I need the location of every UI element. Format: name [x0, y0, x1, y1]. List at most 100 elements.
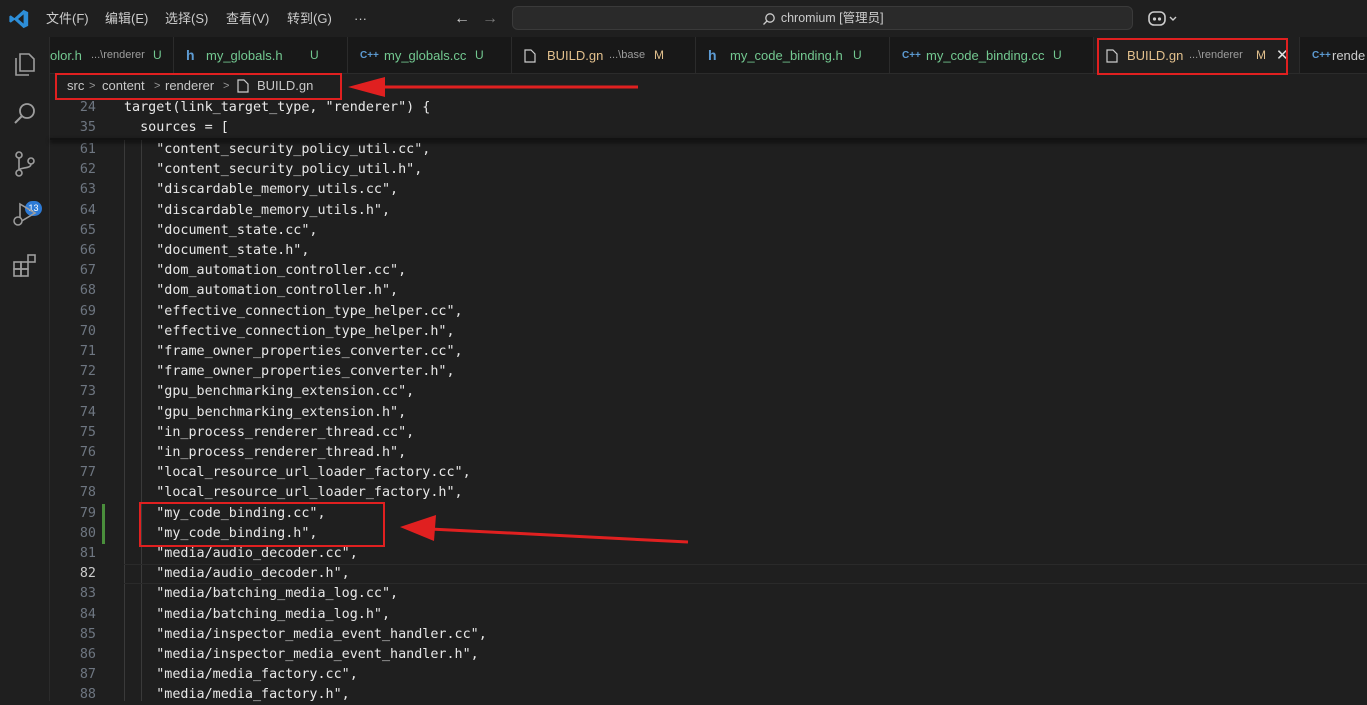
search-icon: [763, 12, 776, 25]
menu-more[interactable]: ···: [354, 0, 367, 37]
code-line[interactable]: "media/audio_decoder.cc",: [124, 544, 358, 564]
code-line[interactable]: "in_process_renderer_thread.cc",: [124, 423, 414, 443]
tab-status: M: [654, 48, 664, 62]
line-number: 35: [79, 120, 96, 135]
explorer-icon[interactable]: [11, 50, 39, 78]
line-number: 66: [79, 243, 96, 258]
tab-renderer[interactable]: C++ rende: [1300, 37, 1367, 73]
run-debug-icon[interactable]: [11, 200, 39, 228]
code-line[interactable]: "media/media_factory.cc",: [124, 665, 358, 685]
code-line[interactable]: "discardable_memory_utils.h",: [124, 201, 390, 221]
code-line[interactable]: "in_process_renderer_thread.h",: [124, 443, 406, 463]
code-line[interactable]: "my_code_binding.cc",: [124, 504, 325, 524]
tab-description: ...\renderer: [1189, 49, 1243, 61]
line-number: 75: [79, 424, 96, 440]
line-number: 72: [79, 364, 96, 380]
code-line[interactable]: "discardable_memory_utils.cc",: [124, 180, 398, 200]
tab-status: U: [853, 48, 862, 62]
tab-my-globals-h[interactable]: h my_globals.h U: [174, 37, 348, 73]
tab-label: my_globals.h: [206, 48, 283, 63]
line-number: 65: [79, 222, 96, 238]
line-number: 76: [79, 445, 96, 460]
menu-go[interactable]: 转到(G): [287, 0, 332, 37]
search-text: chromium [管理员]: [780, 11, 884, 25]
code-line[interactable]: "gpu_benchmarking_extension.cc",: [124, 382, 414, 402]
sticky-code-line[interactable]: sources = [: [124, 118, 229, 138]
menu-selection[interactable]: 选择(S): [165, 0, 208, 37]
tab-build-gn-base[interactable]: BUILD.gn ...\base M: [512, 37, 696, 73]
code-line[interactable]: "media/inspector_media_event_handler.h",: [124, 645, 479, 665]
breadcrumb-item[interactable]: content: [102, 74, 145, 98]
tab-label: BUILD.gn: [1127, 48, 1184, 63]
line-number: 87: [79, 667, 96, 683]
code-line[interactable]: "content_security_policy_util.cc",: [124, 140, 430, 160]
tab-status: U: [153, 48, 162, 62]
sticky-code-line[interactable]: target(link_target_type, "renderer") {: [124, 98, 430, 118]
line-number: 88: [79, 687, 96, 703]
forward-arrow-icon[interactable]: →: [482, 0, 498, 37]
code-line[interactable]: "frame_owner_properties_converter.cc",: [124, 342, 462, 362]
source-control-icon[interactable]: [11, 150, 39, 178]
command-center-search[interactable]: chromium [管理员]: [512, 6, 1133, 30]
line-number: 73: [79, 384, 96, 400]
code-line[interactable]: "media/media_factory.h",: [124, 685, 350, 705]
added-line-gutter-marker: [102, 503, 105, 524]
tab-my-code-binding-h[interactable]: h my_code_binding.h U: [696, 37, 890, 73]
added-line-gutter-marker: [102, 523, 105, 544]
tab-status: M: [1256, 48, 1266, 62]
code-line[interactable]: "dom_automation_controller.h",: [124, 281, 398, 301]
breadcrumb-item[interactable]: renderer: [165, 74, 214, 98]
code-line[interactable]: "media/inspector_media_event_handler.cc"…: [124, 625, 487, 645]
cpp-file-icon: C++: [902, 50, 921, 61]
tab-description: ...\renderer: [91, 49, 145, 61]
chevron-right-icon: >: [89, 80, 96, 92]
tab-label: rende: [1332, 48, 1366, 63]
code-line[interactable]: "media/audio_decoder.h",: [124, 564, 350, 584]
line-number: 63: [79, 182, 96, 198]
code-line[interactable]: "frame_owner_properties_converter.h",: [124, 362, 454, 382]
code-line[interactable]: "effective_connection_type_helper.cc",: [124, 302, 462, 322]
code-line[interactable]: "document_state.cc",: [124, 221, 317, 241]
line-number: 81: [79, 546, 96, 561]
copilot-icon[interactable]: [1147, 9, 1179, 29]
breadcrumb-item[interactable]: BUILD.gn: [257, 74, 313, 98]
code-line[interactable]: "media/batching_media_log.cc",: [124, 584, 398, 604]
editor-tabs: olor.h ...\renderer U h my_globals.h U C…: [50, 37, 1367, 74]
tab-my-globals-cc[interactable]: C++ my_globals.cc U: [348, 37, 512, 73]
code-line[interactable]: "dom_automation_controller.cc",: [124, 261, 406, 281]
vscode-logo-icon: [9, 9, 29, 29]
code-line[interactable]: "effective_connection_type_helper.h",: [124, 322, 454, 342]
code-line[interactable]: "media/batching_media_log.h",: [124, 605, 390, 625]
tab-build-gn-renderer[interactable]: BUILD.gn ...\renderer M ✕: [1094, 37, 1300, 73]
line-number: 67: [79, 263, 96, 279]
code-line[interactable]: "document_state.h",: [124, 241, 309, 261]
breadcrumb-item[interactable]: src: [67, 74, 84, 98]
tab-color-h[interactable]: olor.h ...\renderer U: [50, 37, 174, 73]
code-line[interactable]: "content_security_policy_util.h",: [124, 160, 422, 180]
title-bar: 文件(F) 编辑(E) 选择(S) 查看(V) 转到(G) ··· ← → ch…: [0, 0, 1367, 37]
back-arrow-icon[interactable]: ←: [454, 0, 470, 37]
code-line[interactable]: "local_resource_url_loader_factory.cc",: [124, 463, 470, 483]
menu-edit[interactable]: 编辑(E): [105, 0, 148, 37]
line-number: 79: [79, 505, 96, 521]
tab-my-code-binding-cc[interactable]: C++ my_code_binding.cc U: [890, 37, 1094, 73]
line-number: 83: [79, 586, 96, 602]
code-editor[interactable]: 61 "content_security_policy_util.cc", 62 …: [50, 98, 1367, 702]
tab-label: my_globals.cc: [384, 48, 467, 63]
menu-file[interactable]: 文件(F): [46, 0, 89, 37]
extensions-icon[interactable]: [11, 252, 39, 280]
line-number: 64: [79, 202, 96, 218]
menu-view[interactable]: 查看(V): [226, 0, 269, 37]
close-icon[interactable]: ✕: [1276, 37, 1289, 73]
tab-label: BUILD.gn: [547, 48, 604, 63]
line-number: 78: [79, 485, 96, 501]
search-icon[interactable]: [11, 100, 39, 128]
tab-label: olor.h: [50, 48, 82, 63]
line-number: 62: [79, 162, 96, 178]
code-line[interactable]: "my_code_binding.h",: [124, 524, 317, 544]
code-line[interactable]: "local_resource_url_loader_factory.h",: [124, 483, 462, 503]
cpp-file-icon: C++: [360, 50, 379, 61]
line-number: 69: [79, 303, 96, 319]
line-number: 61: [79, 142, 96, 157]
code-line[interactable]: "gpu_benchmarking_extension.h",: [124, 403, 406, 423]
